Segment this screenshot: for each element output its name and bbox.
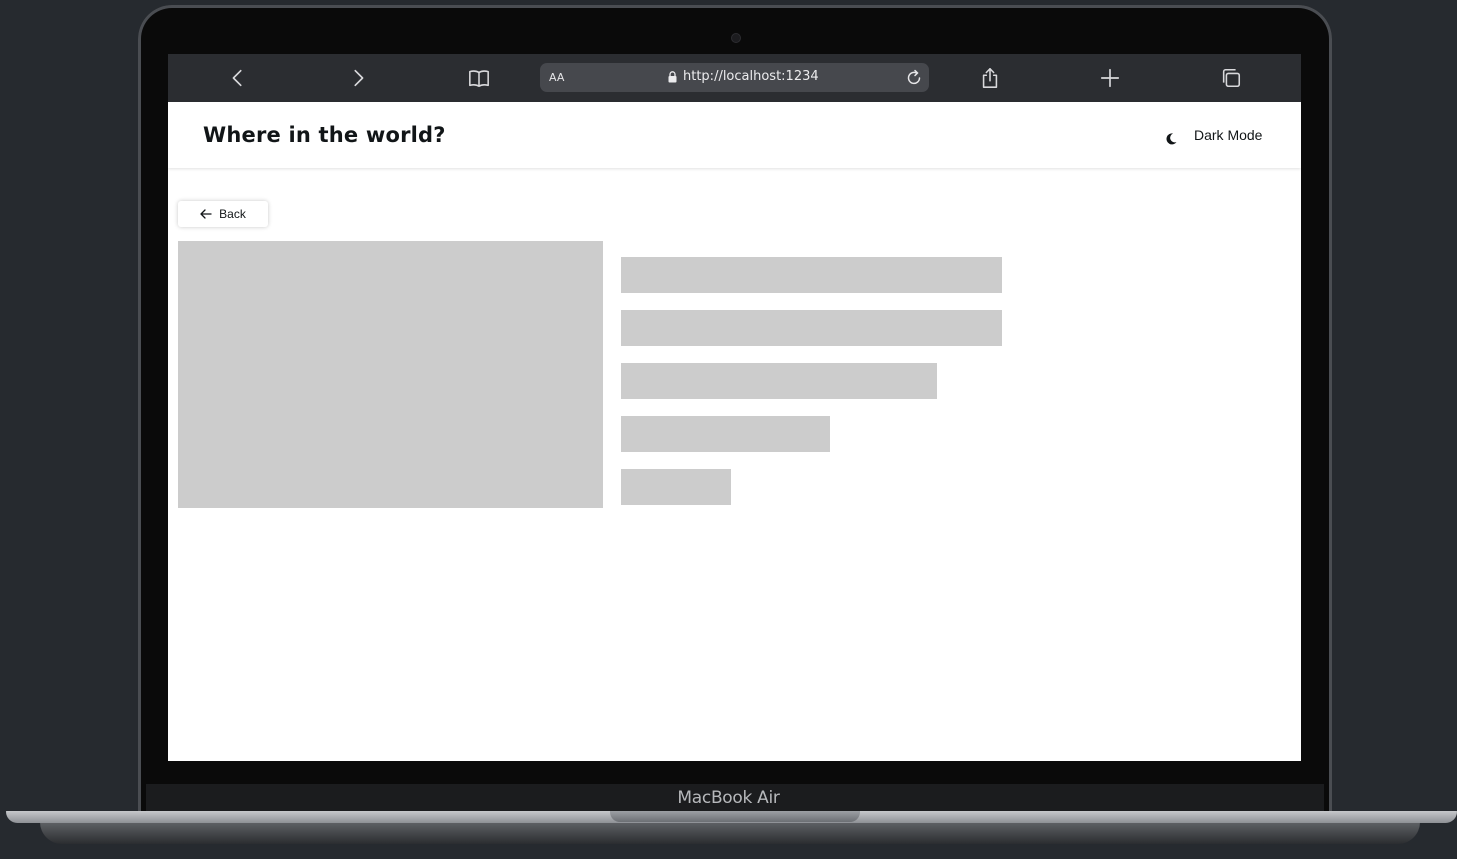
lock-icon	[668, 70, 677, 82]
address-bar[interactable]: AA http://localhost:1234	[540, 63, 929, 92]
page-title: Where in the world?	[203, 123, 446, 147]
book-icon[interactable]	[467, 66, 491, 90]
back-button[interactable]: Back	[178, 201, 268, 227]
dark-mode-label: Dark Mode	[1194, 127, 1263, 143]
skeleton-line	[621, 257, 1002, 293]
flag-skeleton	[178, 241, 603, 508]
text-size-button[interactable]: AA	[549, 71, 564, 84]
laptop-base-shadow	[40, 822, 1420, 844]
browser-screen: AA http://localhost:1234 Where in the wo…	[168, 54, 1301, 761]
back-label: Back	[219, 207, 246, 221]
share-icon[interactable]	[978, 66, 1002, 90]
skeleton-line	[621, 416, 830, 452]
url-display[interactable]: http://localhost:1234	[668, 69, 819, 84]
chevron-right-icon[interactable]	[346, 66, 370, 90]
dark-mode-toggle[interactable]: Dark Mode	[1164, 124, 1262, 146]
laptop-hinge-notch	[610, 811, 860, 822]
app-header: Where in the world? Dark Mode	[168, 102, 1301, 168]
chevron-left-icon[interactable]	[226, 66, 250, 90]
browser-toolbar: AA http://localhost:1234	[168, 54, 1301, 102]
camera	[731, 33, 741, 43]
device-label: MacBook Air	[677, 788, 780, 808]
skeleton-line	[621, 469, 731, 505]
plus-icon[interactable]	[1098, 66, 1122, 90]
skeleton-line	[621, 363, 937, 399]
moon-icon	[1166, 133, 1177, 145]
url-text: http://localhost:1234	[683, 69, 819, 84]
arrow-left-icon	[200, 209, 212, 219]
reload-icon[interactable]	[905, 69, 923, 87]
tabs-icon[interactable]	[1219, 66, 1243, 90]
skeleton-line	[621, 310, 1002, 346]
